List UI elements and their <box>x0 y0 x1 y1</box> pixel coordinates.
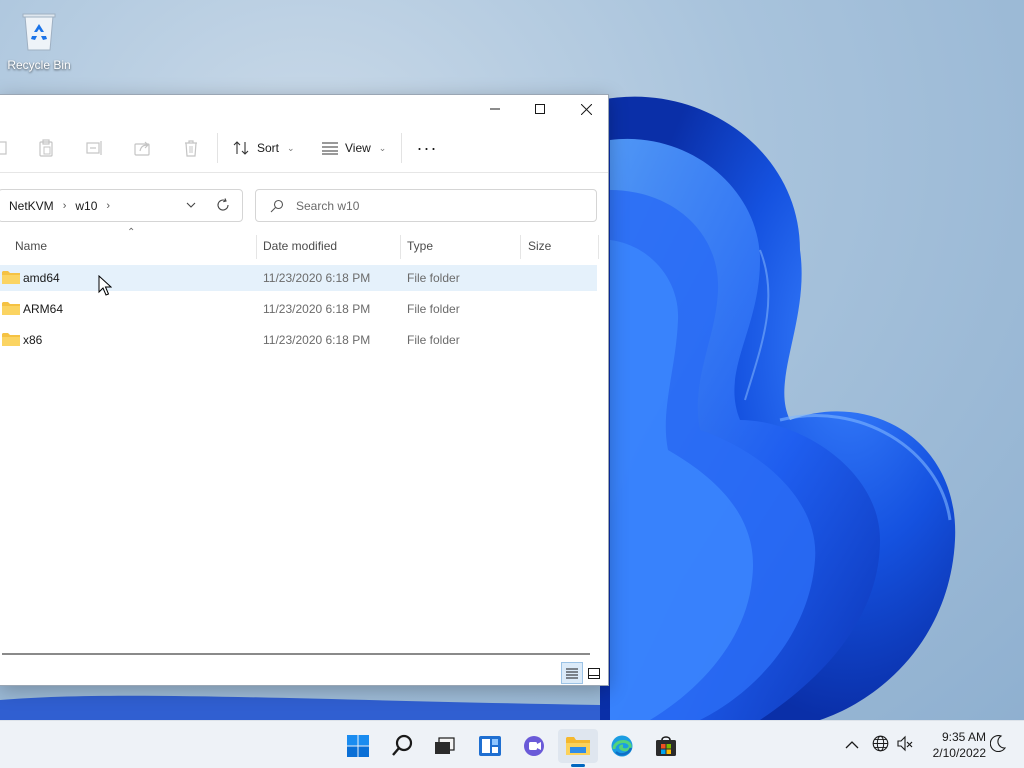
chevron-down-icon: ⌄ <box>287 142 295 153</box>
file-name: x86 <box>23 333 43 347</box>
column-header-type[interactable]: Type <box>407 231 433 261</box>
start-icon <box>347 735 369 757</box>
maximize-icon <box>535 104 545 114</box>
more-options-button[interactable]: ··· <box>414 135 440 161</box>
breadcrumb-w10[interactable]: w10 <box>75 199 97 213</box>
sort-label: Sort <box>257 141 280 155</box>
toolbar-divider <box>217 133 218 163</box>
sort-icon <box>233 141 249 155</box>
delete-icon[interactable] <box>178 135 204 161</box>
address-bar[interactable]: NetKVM › w10 › <box>0 189 243 222</box>
taskbar-search-button[interactable] <box>382 729 422 763</box>
chat-icon <box>524 736 544 756</box>
notifications-icon[interactable] <box>990 735 1006 752</box>
desktop-icon-label: Recycle Bin <box>7 58 71 72</box>
start-button[interactable] <box>338 729 378 763</box>
column-divider[interactable] <box>256 235 257 259</box>
widgets-button[interactable] <box>470 729 510 763</box>
paste-icon[interactable] <box>33 135 59 161</box>
share-icon[interactable] <box>130 135 156 161</box>
column-header-name[interactable]: Name <box>15 231 47 261</box>
store-button[interactable] <box>646 729 686 763</box>
list-item[interactable]: ARM64 11/23/2020 6:18 PM File folder <box>0 296 597 322</box>
folder-icon <box>2 302 20 315</box>
edge-icon <box>611 735 633 757</box>
search-icon <box>392 734 413 756</box>
maximize-button[interactable] <box>517 95 563 123</box>
breadcrumb-netkvm[interactable]: NetKVM <box>9 199 54 213</box>
refresh-icon[interactable] <box>216 198 230 212</box>
column-divider[interactable] <box>598 235 599 259</box>
taskbar: 9:35 AM 2/10/2022 <box>0 720 1024 768</box>
volume-muted-icon[interactable] <box>897 735 915 752</box>
system-clock[interactable]: 9:35 AM 2/10/2022 <box>920 729 986 761</box>
recycle-bin-icon <box>22 13 56 51</box>
clock-time: 9:35 AM <box>941 730 986 744</box>
view-button[interactable]: View ⌄ <box>321 133 386 163</box>
search-box[interactable] <box>255 189 597 222</box>
chevron-down-icon: ⌄ <box>378 142 387 153</box>
column-header-row: Name Date modified Type Size <box>0 231 600 261</box>
file-type: File folder <box>407 302 460 316</box>
file-name: ARM64 <box>23 302 64 316</box>
file-date: 11/23/2020 6:18 PM <box>263 302 371 316</box>
file-explorer-window: Sort ⌄ View ⌄ ··· NetKVM › w10 › ⌃ Name … <box>0 94 609 686</box>
sort-button[interactable]: Sort ⌄ <box>233 133 295 163</box>
store-icon <box>656 736 676 756</box>
details-view-button[interactable] <box>561 662 583 684</box>
network-icon[interactable] <box>872 735 889 752</box>
list-item[interactable]: x86 11/23/2020 6:18 PM File folder <box>0 327 597 353</box>
file-date: 11/23/2020 6:18 PM <box>263 271 371 285</box>
file-explorer-icon <box>566 737 590 755</box>
large-icons-view-icon <box>588 667 600 679</box>
search-input[interactable] <box>296 197 586 215</box>
folder-icon <box>2 271 20 284</box>
column-divider[interactable] <box>520 235 521 259</box>
clock-date: 2/10/2022 <box>932 746 986 760</box>
file-explorer-taskbar-button[interactable] <box>558 729 598 767</box>
search-icon <box>270 199 284 213</box>
view-icon <box>322 142 338 155</box>
file-list: amd64 11/23/2020 6:18 PM File folder ARM… <box>0 265 597 358</box>
widgets-icon <box>479 736 501 756</box>
list-item[interactable]: amd64 11/23/2020 6:18 PM File folder <box>0 265 597 291</box>
close-button[interactable] <box>563 95 609 123</box>
file-name: amd64 <box>23 271 60 285</box>
horizontal-scrollbar[interactable] <box>2 653 590 655</box>
edge-button[interactable] <box>602 729 642 763</box>
command-bar: Sort ⌄ View ⌄ ··· <box>0 123 608 173</box>
folder-icon <box>2 333 20 346</box>
details-view-icon <box>566 668 578 678</box>
desktop-icon-recycle-bin[interactable]: Recycle Bin <box>6 8 72 72</box>
toolbar-divider <box>401 133 402 163</box>
chat-button[interactable] <box>514 729 554 763</box>
rename-icon[interactable] <box>82 135 108 161</box>
minimize-icon <box>490 108 500 110</box>
file-type: File folder <box>407 333 460 347</box>
task-view-icon <box>435 737 455 754</box>
mouse-cursor-icon <box>98 275 112 296</box>
view-label: View <box>345 141 371 155</box>
close-icon <box>580 103 592 115</box>
column-divider[interactable] <box>400 235 401 259</box>
column-header-date-modified[interactable]: Date modified <box>263 231 337 261</box>
file-type: File folder <box>407 271 460 285</box>
title-bar[interactable] <box>0 95 608 123</box>
minimize-button[interactable] <box>472 95 518 123</box>
column-header-size[interactable]: Size <box>528 231 551 261</box>
chevron-right-icon[interactable]: › <box>63 200 67 212</box>
chevron-up-icon[interactable] <box>845 740 859 750</box>
chevron-right-icon[interactable]: › <box>106 200 110 212</box>
task-view-button[interactable] <box>425 729 465 763</box>
cut-icon[interactable] <box>0 135 14 161</box>
file-date: 11/23/2020 6:18 PM <box>263 333 371 347</box>
more-icon: ··· <box>416 137 438 158</box>
large-icons-view-button[interactable] <box>583 662 605 684</box>
chevron-down-icon[interactable] <box>185 199 197 211</box>
active-app-indicator <box>571 764 585 767</box>
